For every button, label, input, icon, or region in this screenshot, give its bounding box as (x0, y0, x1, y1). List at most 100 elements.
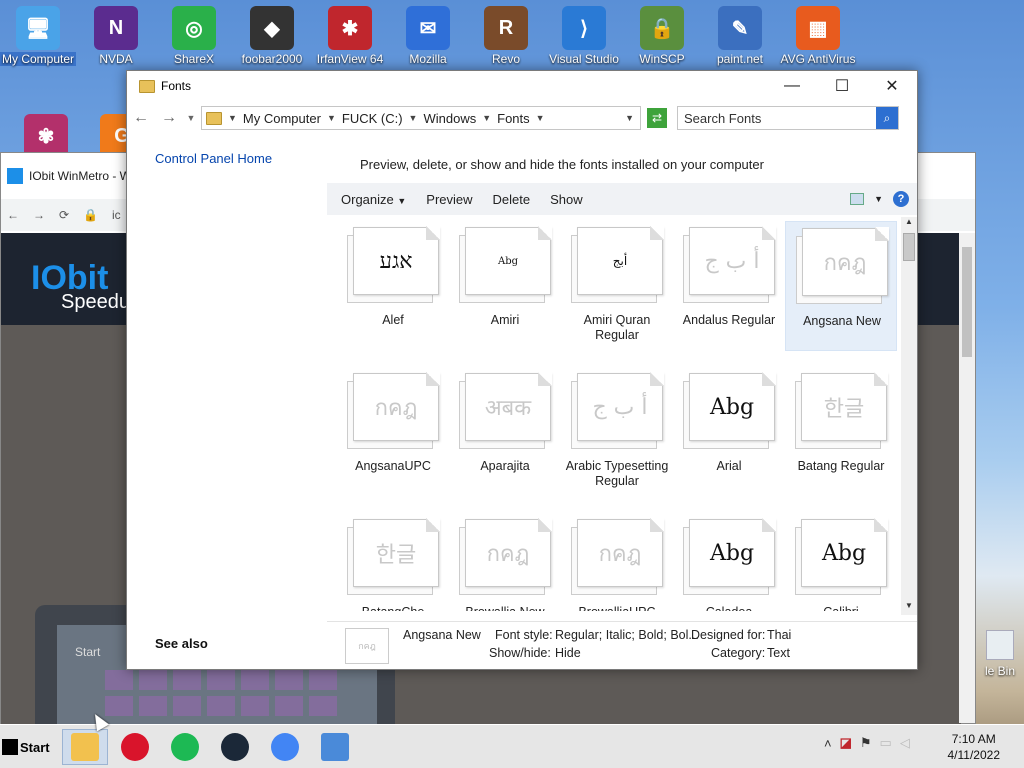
font-tile[interactable]: Abg Caladea (673, 513, 785, 611)
forward-button[interactable]: → (157, 109, 181, 127)
chevron-down-icon[interactable]: ▼ (482, 113, 491, 123)
preview-button[interactable]: Preview (426, 192, 472, 207)
winscp-icon: 🔒 (640, 6, 684, 50)
fonts-folder-icon (206, 111, 222, 125)
font-page-icon: 한글 (347, 518, 440, 595)
font-tile[interactable]: กคฎ Angsana New (785, 221, 897, 351)
taskbar-steam-button[interactable] (212, 729, 258, 765)
taskbar-installer-button[interactable] (312, 729, 358, 765)
tray-overflow-icon[interactable]: ˄ (824, 736, 832, 751)
start-button[interactable]: Start (2, 733, 54, 761)
font-tile[interactable]: กคฎ BrowalliaUPC (561, 513, 673, 611)
search-input[interactable]: Search Fonts ⌕ (677, 106, 899, 130)
chevron-down-icon[interactable]: ▼ (228, 113, 237, 123)
view-icon[interactable] (850, 193, 865, 205)
reload-icon[interactable]: ⟳ (59, 208, 69, 222)
scroll-thumb[interactable] (903, 233, 915, 261)
desktop-icon-winscp[interactable]: 🔒 WinSCP (624, 0, 700, 66)
font-tile[interactable]: กคฎ AngsanaUPC (337, 367, 449, 497)
page-corner (762, 372, 776, 386)
search-icon[interactable]: ⌕ (876, 107, 898, 129)
maximize-button[interactable]: ☐ (817, 71, 867, 101)
font-tile[interactable]: 한글 Batang Regular (785, 367, 897, 497)
help-icon[interactable]: ? (893, 191, 909, 207)
browser-address[interactable]: ic (112, 208, 121, 222)
tray-app-icon[interactable]: ◪ (840, 735, 852, 751)
volume-icon[interactable]: ◁ (900, 735, 910, 751)
taskbar-spotify-button[interactable] (162, 729, 208, 765)
scroll-down-icon[interactable]: ▼ (901, 601, 917, 615)
desktop-icon-label: WinSCP (639, 52, 685, 66)
browser-scrollbar[interactable] (959, 233, 975, 723)
desktop-icon-sharex[interactable]: ◎ ShareX (156, 0, 232, 66)
close-button[interactable]: ✕ (867, 71, 917, 101)
font-page-icon: अबक (459, 372, 552, 449)
refresh-icon[interactable]: ⇄ (647, 108, 667, 128)
chevron-down-icon[interactable]: ▼ (327, 113, 336, 123)
desktop-icon-label: AVG AntiVirus (780, 52, 856, 66)
chevron-down-icon[interactable]: ▼ (409, 113, 418, 123)
font-tile[interactable]: Abg Calibri (785, 513, 897, 611)
designed-for-value: Thai (767, 628, 792, 642)
delete-button[interactable]: Delete (493, 192, 531, 207)
breadcrumb-windows[interactable]: Windows (423, 111, 476, 126)
font-tile[interactable]: أ ب ج Arabic Typesetting Regular (561, 367, 673, 497)
taskbar: Start ˄ ◪ ⚑ ▭ ◁ 7:10 AM 4/11/2022 (0, 724, 1024, 768)
address-row: ← → ▼ ▼ My Computer ▼ FUCK (C:) ▼ Window… (127, 101, 917, 135)
clock[interactable]: 7:10 AM 4/11/2022 (948, 731, 1001, 763)
font-tile[interactable]: 한글 BatangChe (337, 513, 449, 611)
font-tile[interactable]: אגע Alef (337, 221, 449, 351)
desktop-icon-paint-net[interactable]: ✎ paint.net (702, 0, 778, 66)
font-tile[interactable]: अबक Aparajita (449, 367, 561, 497)
fonts-scrollbar[interactable]: ▲ ▼ (901, 217, 917, 615)
chevron-down-icon[interactable]: ▼ (536, 113, 545, 123)
back-button[interactable]: ← (129, 109, 153, 127)
breadcrumb-fonts[interactable]: Fonts (497, 111, 530, 126)
control-panel-home-link[interactable]: Control Panel Home (155, 151, 272, 166)
window-titlebar[interactable]: Fonts — ☐ ✕ (127, 71, 917, 101)
flag-icon[interactable]: ⚑ (860, 735, 872, 751)
scroll-up-icon[interactable]: ▲ (901, 217, 917, 231)
font-tile[interactable]: กคฎ Browallia New (449, 513, 561, 611)
minimize-button[interactable]: — (767, 71, 817, 101)
breadcrumb-my-computer[interactable]: My Computer (243, 111, 321, 126)
page-corner (762, 518, 776, 532)
forward-icon[interactable]: → (33, 208, 45, 222)
browser-scroll-thumb[interactable] (962, 247, 972, 357)
desktop-icon-nvda[interactable]: N NVDA (78, 0, 154, 66)
opera-icon (121, 733, 149, 761)
font-tile[interactable]: أبج Amiri Quran Regular (561, 221, 673, 351)
desktop-icon-irfanview-64[interactable]: ✱ IrfanView 64 (312, 0, 388, 66)
fonts-window[interactable]: Fonts — ☐ ✕ ← → ▼ ▼ My Computer ▼ FUCK (… (126, 70, 918, 670)
browser-tab-title: IObit WinMetro - W (29, 169, 132, 183)
desktop-icon-label: paint.net (716, 52, 764, 66)
desktop-icon-revo[interactable]: R Revo (468, 0, 544, 66)
font-tile[interactable]: Abg Arial (673, 367, 785, 497)
font-page-icon: אגע (347, 226, 440, 303)
show-button[interactable]: Show (550, 192, 583, 207)
font-tile[interactable]: Abg Amiri (449, 221, 561, 351)
address-bar[interactable]: ▼ My Computer ▼ FUCK (C:) ▼ Windows ▼ Fo… (201, 106, 641, 130)
address-history-icon[interactable]: ▼ (625, 113, 640, 123)
recycle-bin-icon[interactable]: le Bin (976, 630, 1024, 678)
font-tile[interactable]: أ ب ج Andalus Regular (673, 221, 785, 351)
desktop-icon-mozilla[interactable]: ✉ Mozilla (390, 0, 466, 66)
desktop-icon-avg-antivirus[interactable]: ▦ AVG AntiVirus (780, 0, 856, 66)
desktop-icon-visual-studio[interactable]: ⟩ Visual Studio (546, 0, 622, 66)
desktop-icon-my-computer[interactable]: 🖥 My Computer (0, 0, 76, 66)
network-icon[interactable]: ▭ (880, 735, 892, 751)
view-dropdown-icon[interactable]: ▼ (874, 194, 883, 204)
desktop-icon-label: Mozilla (409, 52, 447, 66)
organize-button[interactable]: Organize ▼ (341, 192, 406, 207)
taskbar-chrome-button[interactable] (262, 729, 308, 765)
mozilla-icon: ✉ (406, 6, 450, 50)
recent-dropdown-icon[interactable]: ▼ (185, 113, 197, 123)
back-icon[interactable]: ← (7, 208, 19, 222)
breadcrumb-drive[interactable]: FUCK (C:) (342, 111, 403, 126)
desktop-icon-foobar2000[interactable]: ◆ foobar2000 (234, 0, 310, 66)
taskbar-file-explorer-button[interactable] (62, 729, 108, 765)
font-page-icon: Abg (683, 372, 776, 449)
font-page-icon: Abg (459, 226, 552, 303)
fonts-grid: אגע Alef Abg Amiri أبج Amiri Quran Regular أ ب… (337, 221, 901, 611)
taskbar-opera-button[interactable] (112, 729, 158, 765)
